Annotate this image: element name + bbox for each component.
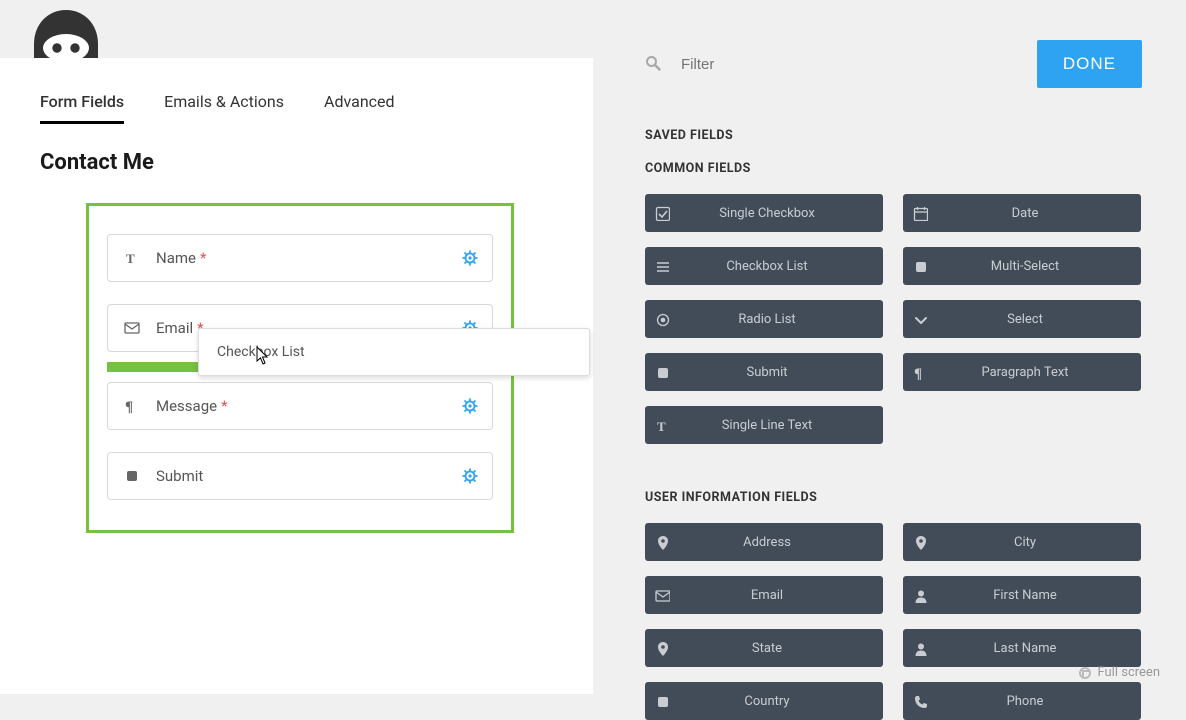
field-label: Email*: [156, 319, 204, 337]
field-chip-email[interactable]: Email: [645, 576, 883, 614]
gear-icon[interactable]: [462, 468, 478, 484]
field-label: Message*: [156, 397, 228, 415]
user-icon: [903, 641, 937, 656]
chip-label: Country: [679, 694, 883, 709]
tab-emails-actions[interactable]: Emails & Actions: [164, 92, 284, 124]
field-submit[interactable]: Submit: [107, 452, 493, 500]
cal-icon: [903, 206, 937, 221]
field-chip-select[interactable]: Select: [903, 300, 1141, 338]
box-icon: [122, 468, 142, 484]
filter-row: DONE: [645, 40, 1142, 88]
form-title: Contact Me: [40, 150, 553, 175]
chip-label: Address: [679, 535, 883, 550]
field-chip-last-name[interactable]: Last Name: [903, 629, 1141, 667]
field-chip-address[interactable]: Address: [645, 523, 883, 561]
field-chip-phone[interactable]: Phone: [903, 682, 1141, 720]
fullscreen-icon: [1079, 667, 1091, 679]
chip-label: Select: [937, 312, 1141, 327]
box-icon: [903, 259, 937, 274]
list-icon: [645, 259, 679, 274]
section-user-title: USER INFORMATION FIELDS: [645, 490, 1142, 505]
section-saved-title: SAVED FIELDS: [645, 128, 1142, 143]
chip-label: Multi-Select: [937, 259, 1141, 274]
pin-icon: [645, 535, 679, 550]
field-chip-first-name[interactable]: First Name: [903, 576, 1141, 614]
pin-icon: [645, 641, 679, 656]
common-fields-grid: Single Checkbox Date Checkbox List Multi-Se…: [645, 194, 1142, 444]
box-icon: [645, 694, 679, 709]
search-icon: [645, 55, 663, 73]
chip-label: Email: [679, 588, 883, 603]
chip-label: State: [679, 641, 883, 656]
drag-ghost: Checkbox List: [198, 328, 590, 376]
mail-icon: [645, 588, 679, 603]
tab-advanced[interactable]: Advanced: [324, 92, 395, 124]
chip-label: Date: [937, 206, 1141, 221]
field-palette-panel: DONE SAVED FIELDS COMMON FIELDS Single C…: [593, 0, 1186, 694]
para-icon: [903, 365, 937, 380]
mail-icon: [122, 320, 142, 336]
chip-label: Radio List: [679, 312, 883, 327]
field-chip-country[interactable]: Country: [645, 682, 883, 720]
text-icon: [122, 250, 142, 266]
field-label: Submit: [156, 467, 203, 485]
done-button[interactable]: DONE: [1037, 40, 1142, 88]
field-name[interactable]: Name*: [107, 234, 493, 282]
chev-icon: [903, 312, 937, 327]
ninja-logo: [24, 4, 108, 58]
gear-icon[interactable]: [462, 250, 478, 266]
field-chip-single-checkbox[interactable]: Single Checkbox: [645, 194, 883, 232]
user-icon: [903, 588, 937, 603]
field-chip-paragraph-text[interactable]: Paragraph Text: [903, 353, 1141, 391]
fullscreen-toggle[interactable]: Full screen: [1079, 665, 1160, 680]
paragraph-icon: [122, 398, 142, 414]
text-icon: [645, 418, 679, 433]
chip-label: Single Checkbox: [679, 206, 883, 221]
phone-icon: [903, 694, 937, 709]
gear-icon[interactable]: [462, 398, 478, 414]
chip-label: Checkbox List: [679, 259, 883, 274]
chip-label: Phone: [937, 694, 1141, 709]
chip-label: Paragraph Text: [937, 365, 1141, 380]
box-icon: [645, 365, 679, 380]
chip-label: Last Name: [937, 641, 1141, 656]
builder-tabs: Form Fields Emails & Actions Advanced: [40, 92, 553, 124]
field-label: Name*: [156, 249, 206, 267]
field-chip-date[interactable]: Date: [903, 194, 1141, 232]
field-chip-checkbox-list[interactable]: Checkbox List: [645, 247, 883, 285]
chip-label: First Name: [937, 588, 1141, 603]
filter-input[interactable]: [681, 56, 1037, 73]
field-chip-state[interactable]: State: [645, 629, 883, 667]
tab-form-fields[interactable]: Form Fields: [40, 92, 124, 124]
field-chip-submit[interactable]: Submit: [645, 353, 883, 391]
chip-label: City: [937, 535, 1141, 550]
section-common-title: COMMON FIELDS: [645, 161, 1142, 176]
check-icon: [645, 206, 679, 221]
chip-label: Submit: [679, 365, 883, 380]
field-chip-single-line-text[interactable]: Single Line Text: [645, 406, 883, 444]
field-chip-city[interactable]: City: [903, 523, 1141, 561]
field-message[interactable]: Message*: [107, 382, 493, 430]
field-chip-multi-select[interactable]: Multi-Select: [903, 247, 1141, 285]
form-builder-panel: Form Fields Emails & Actions Advanced Co…: [0, 58, 593, 694]
field-chip-radio-list[interactable]: Radio List: [645, 300, 883, 338]
radio-icon: [645, 312, 679, 327]
chip-label: Single Line Text: [679, 418, 883, 433]
pin-icon: [903, 535, 937, 550]
user-fields-grid: Address City Email First Name State Last Name…: [645, 523, 1142, 720]
